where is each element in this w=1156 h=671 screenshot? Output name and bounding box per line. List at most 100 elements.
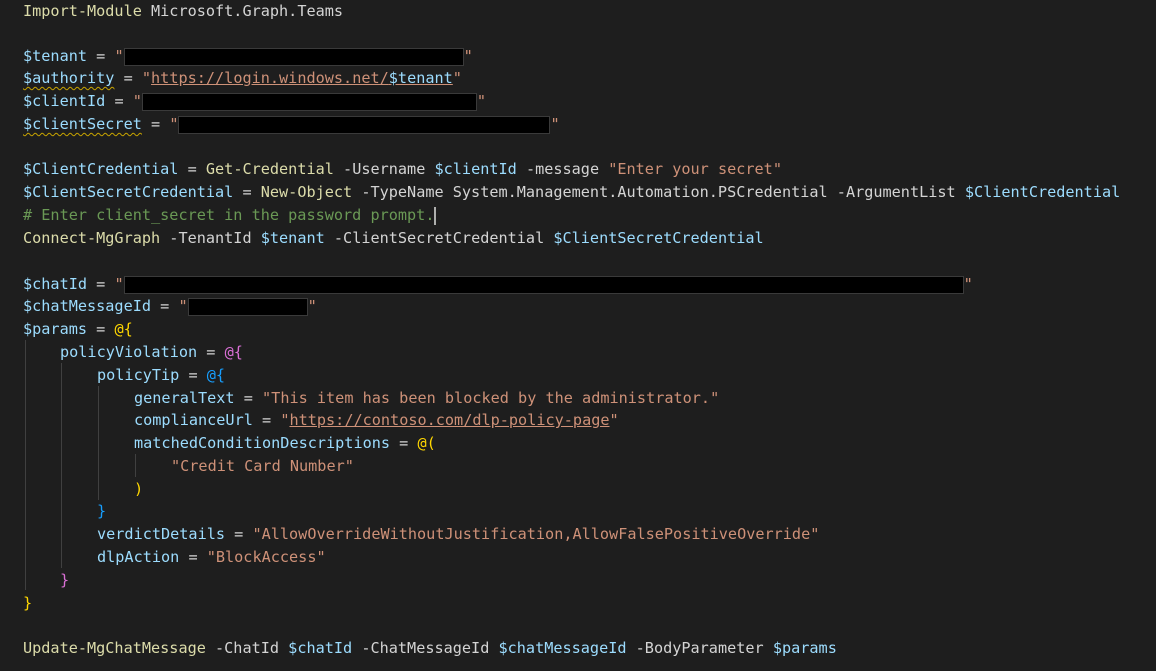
parameter-token: -BodyParameter (626, 639, 773, 657)
variable-token: $tenant (260, 229, 325, 247)
operator-token: = (87, 320, 115, 338)
url-variable-token[interactable]: $tenant (389, 69, 453, 87)
quote-token: " (141, 69, 152, 87)
parameter-token: -Username (333, 160, 435, 178)
redacted-block (178, 115, 551, 134)
quote-token: " (132, 92, 142, 110)
variable-token: $ClientCredential (23, 160, 179, 178)
code-line-chatid: $chatId = " " (23, 273, 973, 295)
code-line-update: Update-MgChatMessage -ChatId $chatId -Ch… (23, 637, 837, 659)
comment-token: # Enter client_secret in the password pr… (23, 206, 435, 224)
text-cursor (434, 206, 437, 225)
parameter-token: -ChatMessageId (352, 639, 499, 657)
close-brace-token: } (97, 502, 107, 520)
redacted-block (141, 92, 477, 111)
code-line-secret-credential: $ClientSecretCredential = New-Object -Ty… (23, 181, 1120, 203)
url-link[interactable]: https://contoso.com/dlp-policy-page (289, 411, 609, 429)
parameter-token: -ClientSecretCredential (324, 229, 554, 247)
indent-guide (61, 363, 62, 568)
parameter-token: -TenantId (160, 229, 261, 247)
code-line-client-credential: $ClientCredential = Get-Credential -User… (23, 158, 782, 180)
variable-token: $clientSecret (23, 115, 142, 133)
key-token: matchedConditionDescriptions (134, 434, 391, 452)
open-brace-token: { (123, 320, 133, 338)
variable-token: $clientId (434, 160, 517, 178)
quote-token: " (114, 47, 124, 65)
string-token: "AllowOverrideWithoutJustification,Allow… (252, 525, 820, 543)
string-token: "Enter your secret" (608, 160, 782, 178)
quote-token: " (169, 115, 179, 133)
code-line-params: $params = @{ (23, 318, 133, 340)
code-line-policyviolation: policyViolation = @{ (60, 341, 243, 363)
variable-token: $authority (23, 69, 115, 87)
operator-token: = (234, 389, 263, 407)
open-paren-token: ( (426, 434, 436, 452)
key-token: policyTip (97, 366, 180, 384)
parameter-token: -TypeName System.Management.Automation.P… (352, 183, 965, 201)
code-line-clientsecret: $clientSecret = " " (23, 113, 560, 135)
command-token: New-Object (260, 183, 353, 201)
code-line-closebrace-policyviolation: } (60, 569, 69, 591)
at-token: @ (114, 320, 124, 338)
operator-token: = (151, 297, 179, 315)
code-line-closebrace-policytip: } (97, 500, 106, 522)
operator-token: = (252, 411, 281, 429)
key-token: complianceUrl (134, 411, 253, 429)
operator-token: = (233, 183, 261, 201)
key-token: generalText (134, 389, 235, 407)
operator-token: = (141, 115, 170, 133)
command-token: Update-MgChatMessage (23, 639, 206, 657)
redacted-block (123, 275, 964, 294)
variable-token: $ClientSecretCredential (23, 183, 234, 201)
code-line-complianceurl: complianceUrl = "https://contoso.com/dlp… (134, 409, 619, 431)
string-token: "BlockAccess" (206, 548, 326, 566)
code-line-matched: matchedConditionDescriptions = @( (134, 432, 436, 454)
code-line-closebrace-params: } (23, 592, 32, 614)
indent-guide (135, 454, 136, 477)
quote-token: " (609, 411, 619, 429)
redacted-block (123, 47, 464, 66)
at-token: @ (417, 434, 427, 452)
code-line-comment: # Enter client_secret in the password pr… (23, 204, 437, 226)
command-token: Connect-MgGraph (23, 229, 161, 247)
argument-token: Microsoft.Graph.Teams (141, 2, 344, 20)
at-token: @ (224, 343, 234, 361)
url-link[interactable]: https://login.windows.net/ (151, 69, 389, 87)
variable-token: $ClientSecretCredential (553, 229, 764, 247)
code-line-import: Import-Module Microsoft.Graph.Teams (23, 0, 343, 22)
code-line-chatmessageid: $chatMessageId = " " (23, 295, 317, 317)
code-editor[interactable]: Import-Module Microsoft.Graph.Teams $ten… (0, 0, 1156, 671)
operator-token: = (87, 275, 115, 293)
operator-token: = (179, 548, 207, 566)
quote-token: " (463, 47, 473, 65)
operator-token: = (390, 434, 418, 452)
key-token: verdictDetails (97, 525, 226, 543)
code-line-clientid: $clientId = " " (23, 90, 486, 112)
code-line-policytip: policyTip = @{ (97, 364, 225, 386)
code-line-dlpaction: dlpAction = "BlockAccess" (97, 546, 326, 568)
key-token: dlpAction (97, 548, 180, 566)
quote-token: " (307, 297, 317, 315)
close-brace-token: } (23, 594, 33, 612)
parameter-token: -message (516, 160, 609, 178)
at-token: @ (206, 366, 216, 384)
code-line-closeparen: ) (134, 478, 143, 500)
string-token: "Credit Card Number" (171, 457, 354, 475)
variable-token: $params (23, 320, 88, 338)
redacted-block (187, 297, 308, 316)
quote-token: " (114, 275, 124, 293)
string-token: "This item has been blocked by the admin… (262, 389, 720, 407)
parameter-token: -ChatId (205, 639, 289, 657)
variable-token: $chatId (288, 639, 353, 657)
open-brace-token: { (233, 343, 243, 361)
indent-guide (25, 340, 26, 590)
code-line-creditcard: "Credit Card Number" (171, 455, 354, 477)
indent-guide (98, 386, 99, 500)
variable-token: $params (772, 639, 837, 657)
variable-token: $chatId (23, 275, 88, 293)
code-line-generaltext: generalText = "This item has been blocke… (134, 387, 719, 409)
quote-token: " (452, 69, 462, 87)
operator-token: = (225, 525, 253, 543)
operator-token: = (178, 160, 206, 178)
variable-token: $ClientCredential (964, 183, 1121, 201)
